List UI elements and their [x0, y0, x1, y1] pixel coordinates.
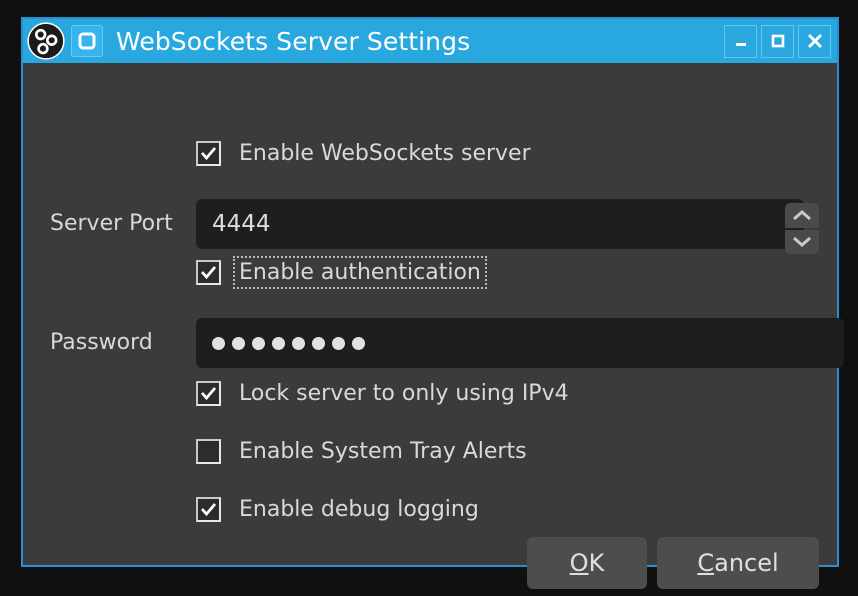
enable-server-checkbox-row[interactable]: Enable WebSockets server — [196, 137, 537, 170]
server-port-value: 4444 — [212, 211, 271, 237]
ok-button[interactable]: OK — [527, 537, 647, 589]
spinner-up-button[interactable] — [785, 203, 819, 228]
chevron-up-icon — [793, 209, 811, 220]
websocket-window-icon — [71, 25, 103, 57]
checkmark-icon — [200, 266, 217, 280]
window-controls — [720, 24, 831, 58]
tray-alerts-checkbox[interactable] — [196, 439, 221, 464]
checkmark-icon — [200, 503, 217, 517]
password-input[interactable] — [196, 318, 844, 368]
debug-logging-checkbox-row[interactable]: Enable debug logging — [196, 493, 485, 526]
desktop-background: WebSockets Server Settings Enable WebSoc… — [0, 0, 858, 596]
enable-server-label: Enable WebSockets server — [239, 141, 531, 166]
maximize-button[interactable] — [761, 24, 794, 58]
websockets-settings-dialog: WebSockets Server Settings Enable WebSoc… — [21, 17, 844, 589]
maximize-icon — [771, 34, 784, 48]
cancel-button-label-rest: ancel — [714, 549, 779, 577]
obs-logo-icon — [27, 22, 65, 60]
server-port-label: Server Port — [50, 211, 173, 236]
spinner-down-button[interactable] — [785, 229, 819, 254]
close-button[interactable] — [798, 24, 831, 58]
debug-logging-checkbox[interactable] — [196, 497, 221, 522]
tray-alerts-label: Enable System Tray Alerts — [239, 439, 527, 464]
password-masked-value — [212, 336, 365, 350]
checkmark-icon — [200, 147, 217, 161]
lock-ipv4-checkbox[interactable] — [196, 381, 221, 406]
ok-button-mnemonic: O — [569, 549, 589, 577]
tray-alerts-checkbox-row[interactable]: Enable System Tray Alerts — [196, 435, 533, 468]
chevron-down-icon — [793, 237, 811, 248]
lock-ipv4-label: Lock server to only using IPv4 — [239, 381, 569, 406]
enable-auth-checkbox[interactable] — [196, 260, 221, 285]
title-bar[interactable]: WebSockets Server Settings — [23, 19, 837, 63]
debug-logging-label: Enable debug logging — [239, 497, 479, 522]
close-icon — [807, 34, 822, 48]
minimize-icon — [735, 43, 746, 46]
ok-button-label-rest: K — [588, 549, 605, 577]
minimize-button[interactable] — [724, 24, 757, 58]
enable-auth-checkbox-row[interactable]: Enable authentication — [196, 256, 487, 289]
window-title: WebSockets Server Settings — [116, 26, 471, 56]
cancel-button[interactable]: Cancel — [657, 537, 819, 589]
enable-auth-label: Enable authentication — [233, 256, 487, 289]
server-port-spinner[interactable] — [785, 203, 819, 254]
dialog-body: Enable WebSockets server Server Port 444… — [23, 63, 844, 589]
password-label: Password — [50, 330, 153, 355]
lock-ipv4-checkbox-row[interactable]: Lock server to only using IPv4 — [196, 377, 575, 410]
enable-server-checkbox[interactable] — [196, 141, 221, 166]
checkmark-icon — [200, 387, 217, 401]
server-port-input[interactable]: 4444 — [196, 199, 804, 249]
cancel-button-mnemonic: C — [697, 549, 715, 577]
